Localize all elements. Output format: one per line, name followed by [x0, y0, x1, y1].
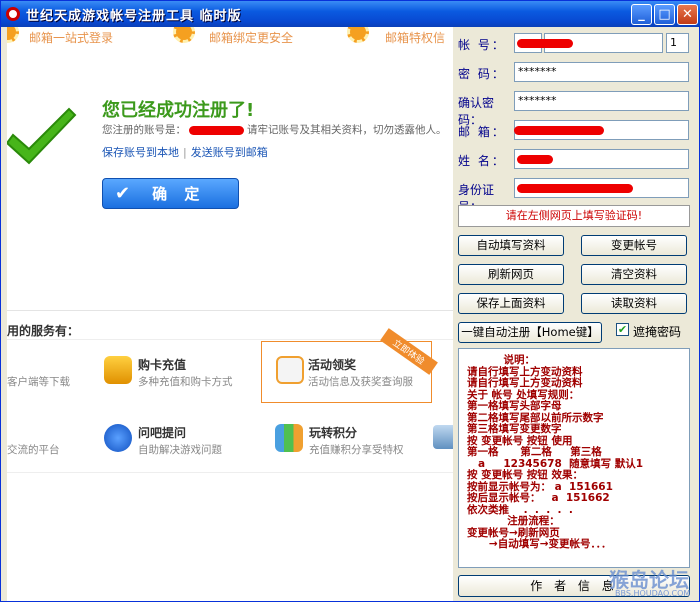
save-data-button[interactable]: 保存上面资料 — [458, 293, 564, 314]
account-suffix: 请牢记账号及其相关资料，切勿透露他人。 — [247, 124, 447, 136]
service-desc: 充值赚积分享受特权 — [309, 444, 404, 456]
instruction-line: 按 变更帐号 按钮 效果： — [467, 469, 583, 481]
gear-icon — [347, 27, 369, 43]
confirm-label: 确 定 — [152, 185, 206, 203]
watermark-url: BBS.HOUDAO.COM — [615, 589, 691, 598]
divider — [7, 472, 453, 473]
service-desc: 自助解决游戏问题 — [138, 444, 222, 456]
mask-password-checkbox[interactable]: ✔ — [616, 323, 629, 336]
service-activity-reward[interactable]: 活动领奖 活动信息及获奖查询服 立即体验 — [261, 328, 438, 403]
app-icon — [6, 7, 20, 21]
instruction-line: 第一格填写头部字母 — [467, 400, 562, 412]
read-data-button[interactable]: 读取资料 — [581, 293, 687, 314]
service-desc: 多种充值和购卡方式 — [138, 376, 233, 388]
check-icon: ✔ — [115, 183, 131, 204]
bar-chart-icon — [275, 424, 303, 452]
save-local-link[interactable]: 保存账号到本地 — [102, 146, 179, 159]
mask-password-label: 遮掩密码 — [633, 325, 682, 339]
success-check-icon — [7, 107, 77, 165]
account-prefix: 您注册的账号是： — [102, 124, 186, 136]
confirm-button[interactable]: ✔ 确 定 — [102, 178, 239, 209]
name-label: 姓 名： — [458, 154, 506, 168]
instruction-line: 说明： — [467, 354, 536, 366]
auto-fill-button[interactable]: 自动填写资料 — [458, 235, 564, 256]
title-bar[interactable]: 世纪天成游戏帐号注册工具 临时版 _ □ ✕ — [1, 1, 700, 27]
redaction-mark — [517, 155, 553, 164]
service-points[interactable]: 玩转积分 充值赚积分享受特权 — [275, 419, 435, 473]
services-title: 用的服务有： — [7, 324, 80, 338]
redaction-mark — [514, 126, 604, 135]
window-title: 世纪天成游戏帐号注册工具 临时版 — [26, 8, 242, 24]
instruction-line: →自动填写→变更帐号．．． — [467, 538, 612, 550]
instruction-line: 第三格填写变更数字 — [467, 423, 562, 435]
account-info-line: 您注册的账号是： 请牢记账号及其相关资料，切勿透露他人。 — [102, 122, 447, 137]
account-links: 保存账号到本地 | 发送账号到邮箱 — [102, 146, 268, 159]
one-click-register-button[interactable]: 一键自动注册【Home键】 — [458, 322, 602, 343]
service-desc: 交流的平台 — [7, 444, 60, 456]
password-label: 密 码： — [458, 67, 506, 81]
change-account-button[interactable]: 变更帐号 — [581, 235, 687, 256]
service-desc: 活动信息及获奖查询服 — [308, 376, 413, 388]
service-title: 玩转积分 — [309, 426, 358, 440]
instruction-line: 第一格 第二格 第三格 — [467, 446, 602, 458]
instruction-line: 按后显示帐号： a 151662 — [467, 492, 610, 504]
account-change-field[interactable]: 1 — [666, 33, 689, 53]
service-download[interactable]: 客户端等下载 — [7, 351, 103, 405]
close-button[interactable]: ✕ — [677, 4, 698, 25]
service-card-recharge[interactable]: 购卡充值 多种充值和购卡方式 — [104, 351, 254, 405]
maximize-button[interactable]: □ — [654, 4, 675, 25]
confirm-password-field[interactable]: ******* — [514, 91, 689, 111]
instructions-textbox[interactable]: 说明： 请自行填写上方变动资料 请自行填写上方变动资料 关于 帐号 处填写规则：… — [458, 348, 690, 568]
instruction-line: 注册流程： — [467, 515, 560, 527]
success-heading: 您已经成功注册了! — [102, 100, 255, 121]
service-community[interactable]: 交流的平台 — [7, 419, 103, 473]
minimize-button[interactable]: _ — [631, 4, 652, 25]
captcha-notice: 请在左侧网页上填写验证码! — [458, 205, 690, 227]
tool-panel: 帐 号： 1 密 码： ******* 确认密码： ******* 邮 箱： 姓… — [453, 27, 699, 601]
app-window: 世纪天成游戏帐号注册工具 临时版 _ □ ✕ 邮箱一站式登录 邮箱绑定更安全 邮… — [0, 0, 700, 602]
service-title: 活动领奖 — [308, 358, 357, 372]
service-ask[interactable]: 问吧提问 自助解决游戏问题 — [104, 419, 254, 473]
redaction-mark — [189, 125, 244, 135]
feature-banner: 邮箱一站式登录 邮箱绑定更安全 邮箱特权信 — [7, 27, 453, 49]
banner-item: 邮箱特权信 — [385, 31, 446, 45]
embedded-webpage: 邮箱一站式登录 邮箱绑定更安全 邮箱特权信 您已经成功注册了! 您注册的账号是：… — [7, 27, 453, 601]
gear-icon — [7, 27, 19, 43]
service-icon-partial — [433, 425, 453, 449]
send-email-link[interactable]: 发送账号到邮箱 — [191, 146, 268, 159]
divider — [7, 310, 453, 311]
redaction-mark — [517, 39, 573, 48]
redaction-mark — [517, 184, 633, 193]
banner-item: 邮箱绑定更安全 — [209, 31, 294, 45]
service-title: 问吧提问 — [138, 426, 187, 440]
instruction-line: 请自行填写上方变动资料 — [467, 377, 583, 389]
refresh-page-button[interactable]: 刷新网页 — [458, 264, 564, 285]
banner-item: 邮箱一站式登录 — [29, 31, 114, 45]
clear-data-button[interactable]: 清空资料 — [581, 264, 687, 285]
calendar-icon — [276, 356, 304, 384]
service-title: 购卡充值 — [138, 358, 187, 372]
password-field[interactable]: ******* — [514, 62, 689, 82]
gear-icon — [173, 27, 195, 43]
email-label: 邮 箱： — [458, 125, 506, 139]
question-icon — [104, 424, 132, 452]
account-label: 帐 号： — [458, 38, 506, 52]
service-desc: 客户端等下载 — [7, 376, 70, 388]
coins-icon — [104, 356, 132, 384]
try-now-ribbon: 立即体验 — [380, 328, 438, 375]
